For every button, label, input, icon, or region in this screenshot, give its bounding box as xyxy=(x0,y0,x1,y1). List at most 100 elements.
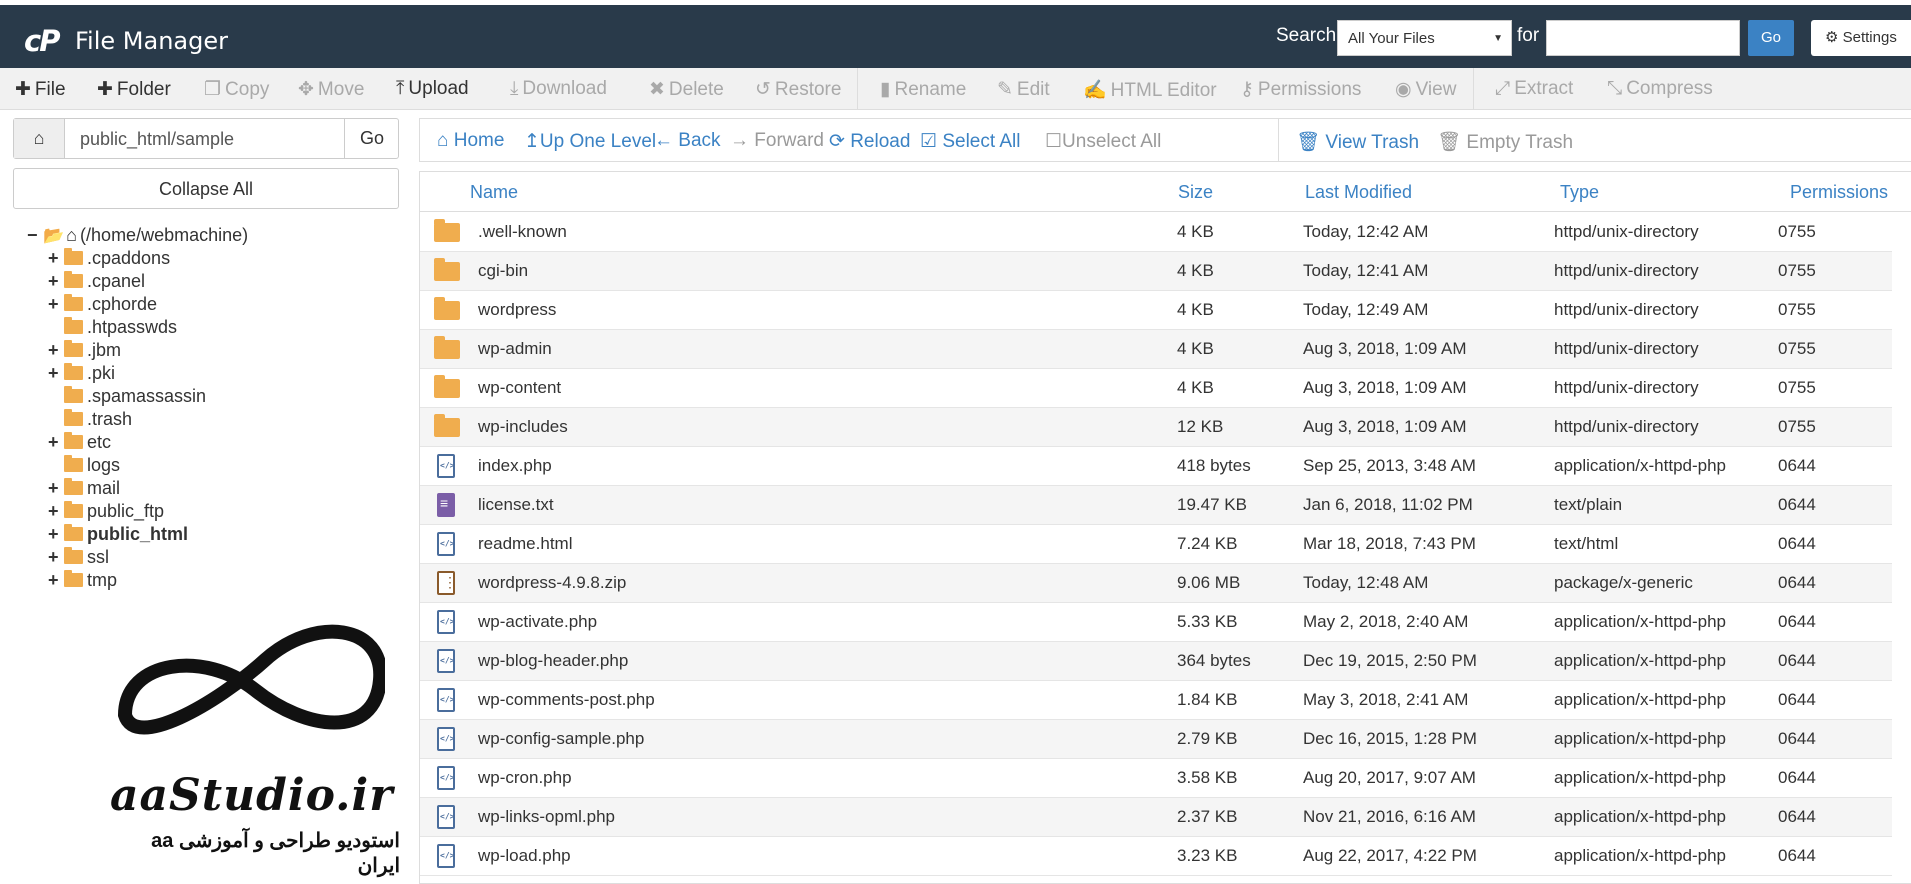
view-trash-button[interactable]: 🗑 View Trash xyxy=(1296,130,1419,154)
table-row[interactable]: wp-config-sample.php 2.79 KB Dec 16, 2015,… xyxy=(420,720,1892,759)
table-row[interactable]: index.php 418 bytes Sep 25, 2013, 3:48 AM a… xyxy=(420,447,1892,486)
table-row[interactable]: wp-comments-post.php 1.84 KB May 3, 2018, … xyxy=(420,681,1892,720)
file-type: httpd/unix-directory xyxy=(1554,261,1699,280)
table-row[interactable]: cgi-bin 4 KB Today, 12:41 AM httpd/unix-dir… xyxy=(420,252,1892,291)
search-label: Search xyxy=(1276,25,1337,46)
table-row[interactable]: .well-known 4 KB Today, 12:42 AM httpd/unix… xyxy=(420,213,1892,252)
delete-label: Delete xyxy=(668,79,724,100)
table-row[interactable]: wp-admin 4 KB Aug 3, 2018, 1:09 AM httpd/un… xyxy=(420,330,1892,369)
file-type: application/x-httpd-php xyxy=(1554,846,1727,865)
restore-button[interactable]: ↺ Restore xyxy=(755,78,841,101)
file-permissions: 0644 xyxy=(1778,729,1816,748)
file-last-modified: Today, 12:48 AM xyxy=(1303,573,1429,592)
extract-button[interactable]: ⤢ Extract xyxy=(1495,78,1573,100)
table-row[interactable]: wp-cron.php 3.58 KB Aug 20, 2017, 9:07 AM a… xyxy=(420,759,1892,798)
file-type: package/x-generic xyxy=(1554,573,1693,592)
table-header: Name Size Last Modified Type Permissions xyxy=(420,172,1911,212)
tree-item-label: .trash xyxy=(87,409,133,429)
forward-button[interactable]: → Forward xyxy=(730,130,824,152)
column-size[interactable]: Size xyxy=(1178,182,1213,203)
table-row[interactable]: wp-load.php 3.23 KB Aug 22, 2017, 4:22 PM a… xyxy=(420,837,1892,876)
path-input[interactable]: public_html/sample xyxy=(80,129,234,150)
file-size: 4 KB xyxy=(1177,339,1214,358)
table-row[interactable]: readme.html 7.24 KB Mar 18, 2018, 7:43 PM t… xyxy=(420,525,1892,564)
search-scope-select[interactable]: All Your Files ▼ xyxy=(1337,20,1512,56)
column-permissions[interactable]: Permissions xyxy=(1790,182,1888,203)
copy-button[interactable]: ❐ Copy xyxy=(204,78,269,101)
header-bar: cP File Manager Search All Your Files ▼ … xyxy=(0,5,1911,68)
rename-button[interactable]: ▮ Rename xyxy=(880,78,966,101)
new-folder-button[interactable]: ✚ Folder xyxy=(97,78,171,101)
file-name: cgi-bin xyxy=(478,261,529,280)
file-permissions: 0755 xyxy=(1778,378,1816,397)
file-last-modified: Aug 20, 2017, 9:07 AM xyxy=(1303,768,1476,787)
toolbar-divider xyxy=(857,68,858,110)
file-permissions: 0644 xyxy=(1778,573,1816,592)
file-last-modified: Aug 22, 2017, 4:22 PM xyxy=(1303,846,1477,865)
folder-icon xyxy=(64,547,83,564)
select-all-button[interactable]: ☑ Select All xyxy=(920,130,1020,153)
file-size: 19.47 KB xyxy=(1177,495,1247,514)
column-name[interactable]: Name xyxy=(470,182,518,203)
file-last-modified: Today, 12:41 AM xyxy=(1303,261,1429,280)
folder-open-icon: 📂 xyxy=(43,226,65,245)
empty-trash-label: Empty Trash xyxy=(1466,132,1574,153)
eye-icon: ◉ xyxy=(1395,79,1412,100)
tree-item[interactable]: + tmp xyxy=(48,567,117,593)
move-button[interactable]: ✥ Move xyxy=(298,78,364,101)
table-row[interactable]: wordpress-4.9.8.zip 9.06 MB Today, 12:48 A… xyxy=(420,564,1892,603)
search-input[interactable] xyxy=(1546,20,1740,56)
table-row[interactable]: license.txt 19.47 KB Jan 6, 2018, 11:02 PM… xyxy=(420,486,1892,525)
home-icon: ⌂ xyxy=(33,128,45,148)
table-row[interactable]: wp-blog-header.php 364 bytes Dec 19, 2015,… xyxy=(420,642,1892,681)
code-file-icon xyxy=(437,727,455,751)
plus-icon[interactable]: + xyxy=(48,567,64,593)
file-type: httpd/unix-directory xyxy=(1554,378,1699,397)
file-name: readme.html xyxy=(478,534,573,553)
folder-icon xyxy=(64,248,83,265)
empty-trash-button[interactable]: 🗑 Empty Trash xyxy=(1437,130,1573,154)
reload-button[interactable]: ⟳ Reload xyxy=(829,130,910,153)
file-permissions: 0644 xyxy=(1778,807,1816,826)
upload-button[interactable]: ⤒ Upload xyxy=(396,78,469,100)
check-square-icon: ☑ xyxy=(920,131,938,152)
edit-label: Edit xyxy=(1016,79,1050,100)
table-row[interactable]: wp-content 4 KB Aug 3, 2018, 1:09 AM httpd/… xyxy=(420,369,1892,408)
table-row[interactable]: wordpress 4 KB Today, 12:49 AM httpd/unix-d… xyxy=(420,291,1892,330)
column-last-modified[interactable]: Last Modified xyxy=(1305,182,1412,203)
file-size: 4 KB xyxy=(1177,261,1214,280)
file-size: 7.24 KB xyxy=(1177,534,1238,553)
path-home-button[interactable]: ⌂ xyxy=(14,119,65,158)
column-type[interactable]: Type xyxy=(1560,182,1599,203)
select-all-label: Select All xyxy=(942,131,1021,152)
permissions-button[interactable]: ⚷ Permissions xyxy=(1240,78,1361,101)
cpanel-logo[interactable]: cP xyxy=(24,24,60,58)
file-permissions: 0755 xyxy=(1778,222,1816,241)
file-permissions: 0644 xyxy=(1778,768,1816,787)
delete-button[interactable]: ✖ Delete xyxy=(649,78,724,101)
table-row[interactable]: wp-activate.php 5.33 KB May 2, 2018, 2:40 … xyxy=(420,603,1892,642)
file-type: httpd/unix-directory xyxy=(1554,222,1699,241)
back-label: Back xyxy=(678,130,721,151)
html-editor-button[interactable]: ✍ HTML Editor xyxy=(1083,78,1217,102)
minus-icon[interactable]: − xyxy=(27,222,43,248)
back-button[interactable]: ← Back xyxy=(654,130,721,152)
collapse-all-button[interactable]: Collapse All xyxy=(13,168,399,209)
new-file-button[interactable]: ✚ File xyxy=(15,78,66,101)
compress-button[interactable]: ⤡ Compress xyxy=(1607,78,1713,100)
table-row[interactable]: wp-links-opml.php 2.37 KB Nov 21, 2016, 6:… xyxy=(420,798,1892,837)
unselect-all-button[interactable]: ☐Unselect All xyxy=(1045,130,1161,153)
folder-icon xyxy=(64,501,83,518)
file-size: 1.84 KB xyxy=(1177,690,1238,709)
table-row[interactable]: wp-includes 12 KB Aug 3, 2018, 1:09 AM http… xyxy=(420,408,1892,447)
settings-button[interactable]: ⚙ Settings xyxy=(1811,20,1911,56)
home-button[interactable]: ⌂ Home xyxy=(437,130,504,152)
path-go-button[interactable]: Go xyxy=(344,119,399,158)
file-type: application/x-httpd-php xyxy=(1554,690,1727,709)
view-button[interactable]: ◉ View xyxy=(1395,78,1456,101)
up-one-level-button[interactable]: ↥Up One Level xyxy=(524,130,656,153)
file-permissions: 0644 xyxy=(1778,495,1816,514)
edit-button[interactable]: ✎ Edit xyxy=(997,78,1050,101)
download-button[interactable]: ⤓ Download xyxy=(510,78,607,100)
search-go-button[interactable]: Go xyxy=(1748,20,1794,56)
